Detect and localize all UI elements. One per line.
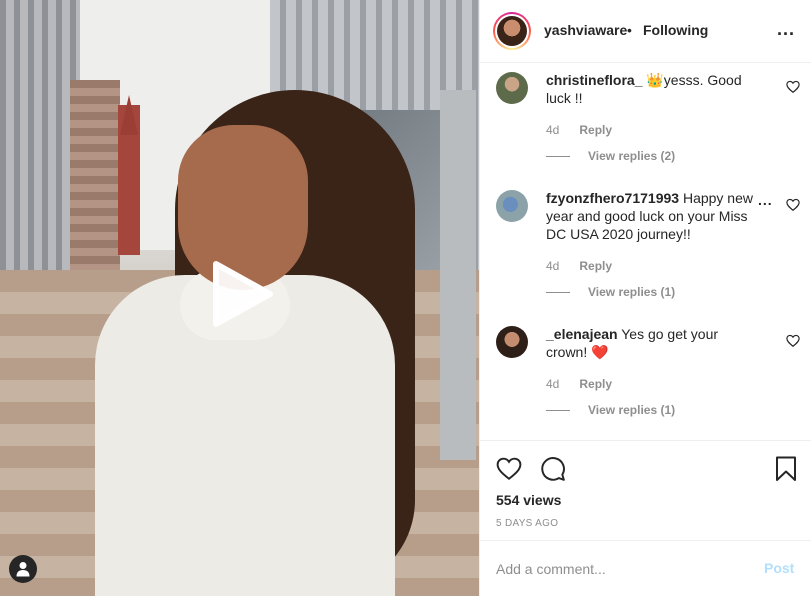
comment-text-block: _elenajean Yes go get your crown! ❤️ — [546, 325, 761, 361]
heart-outline-icon[interactable] — [496, 456, 522, 482]
heart-outline-icon[interactable] — [786, 198, 800, 212]
post-date[interactable]: 5 DAYS AGO — [496, 518, 558, 529]
post-side-panel: yashviaware • Following ... christineflo… — [479, 0, 811, 596]
post-actions: 554 views 5 DAYS AGO — [480, 440, 811, 540]
comment-text-block: christineflora_ 👑yesss. Good luck !! — [546, 71, 761, 107]
comment-meta: 4d Reply — [546, 123, 612, 137]
view-replies-label: View replies (1) — [588, 403, 676, 417]
replies-divider — [546, 409, 570, 411]
comment-list[interactable]: christineflora_ 👑yesss. Good luck !! 4d R… — [480, 64, 811, 440]
video-background — [0, 0, 80, 300]
heart-outline-icon[interactable] — [786, 80, 800, 94]
comment-meta: 4d Reply — [546, 259, 612, 273]
comment-age: 4d — [546, 377, 560, 391]
header-separator: • — [627, 22, 632, 38]
heart-outline-icon[interactable] — [786, 334, 800, 348]
reply-button[interactable]: Reply — [579, 377, 612, 391]
following-button[interactable]: Following — [643, 22, 708, 38]
commenter-avatar[interactable] — [496, 326, 528, 358]
comment-username[interactable]: fzyonzfhero7171993 — [546, 190, 679, 206]
view-replies-button[interactable]: View replies (1) — [546, 403, 675, 417]
view-replies-button[interactable]: View replies (1) — [546, 285, 675, 299]
post-video[interactable] — [0, 0, 479, 596]
add-comment-bar: Post — [480, 540, 811, 596]
comment-username[interactable]: _elenajean — [546, 326, 618, 342]
reply-button[interactable]: Reply — [579, 259, 612, 273]
view-replies-label: View replies (1) — [588, 285, 676, 299]
replies-divider — [546, 155, 570, 157]
comment-more-icon[interactable]: ... — [758, 192, 773, 208]
play-icon[interactable] — [206, 258, 276, 330]
video-background — [120, 95, 138, 135]
comment-meta: 4d Reply — [546, 377, 612, 391]
avatar[interactable] — [493, 12, 531, 50]
video-background — [440, 90, 476, 460]
video-background — [70, 80, 120, 270]
comment-input[interactable] — [496, 559, 736, 579]
replies-divider — [546, 291, 570, 293]
comment-username[interactable]: christineflora_ — [546, 72, 642, 88]
reply-button[interactable]: Reply — [579, 123, 612, 137]
post-header: yashviaware • Following ... — [480, 0, 811, 63]
view-replies-button[interactable]: View replies (2) — [546, 149, 675, 163]
comment-text-block: fzyonzfhero7171993 Happy new year and go… — [546, 189, 761, 243]
comment-icon[interactable] — [540, 456, 566, 482]
bookmark-icon[interactable] — [775, 456, 797, 482]
view-count[interactable]: 554 views — [496, 492, 561, 508]
post-button[interactable]: Post — [764, 560, 794, 576]
view-replies-label: View replies (2) — [588, 149, 676, 163]
comment-age: 4d — [546, 259, 560, 273]
header-username[interactable]: yashviaware — [544, 22, 627, 38]
commenter-avatar[interactable] — [496, 72, 528, 104]
more-options-icon[interactable]: ... — [777, 19, 795, 40]
comment-age: 4d — [546, 123, 560, 137]
user-icon[interactable] — [9, 555, 37, 583]
commenter-avatar[interactable] — [496, 190, 528, 222]
